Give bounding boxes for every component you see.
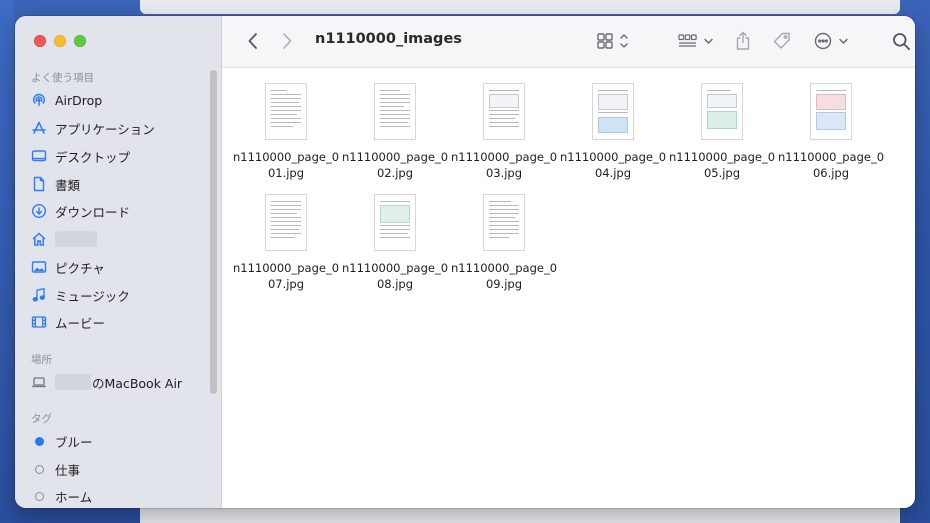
- sidebar-item-pictures[interactable]: ピクチャ: [30, 255, 210, 279]
- forward-button[interactable]: [277, 30, 297, 52]
- movies-icon: [30, 313, 48, 331]
- chevron-right-icon: [283, 33, 292, 49]
- pictures-icon: [30, 258, 48, 276]
- sidebar-item-downloads[interactable]: ダウンロード: [30, 199, 210, 223]
- file-thumbnail: [375, 84, 415, 139]
- zoom-button[interactable]: [74, 35, 86, 47]
- sidebar-section-favorites: よく使う項目: [31, 72, 94, 84]
- redacted-username: [55, 231, 97, 247]
- file-item[interactable]: n1110000_page_003.jpg: [450, 84, 558, 181]
- more-actions-button[interactable]: [813, 30, 851, 52]
- file-item[interactable]: n1110000_page_001.jpg: [232, 84, 340, 181]
- file-item[interactable]: n1110000_page_006.jpg: [777, 84, 885, 181]
- document-icon: [30, 175, 48, 193]
- download-icon: [30, 202, 48, 220]
- share-button[interactable]: [733, 30, 753, 52]
- music-icon: [30, 286, 48, 304]
- sidebar-tag-blue[interactable]: ブルー: [30, 429, 210, 453]
- desktop-icon: [30, 147, 48, 165]
- sidebar-item-airdrop[interactable]: AirDrop: [30, 88, 210, 112]
- search-button[interactable]: [891, 30, 911, 52]
- sidebar-item-home[interactable]: [30, 227, 210, 251]
- sidebar-item-label: デスクトップ: [55, 149, 131, 165]
- background-window: [140, 0, 900, 14]
- sidebar-item-label: ムービー: [55, 315, 106, 331]
- file-name: n1110000_page_008.jpg: [341, 261, 449, 291]
- minimize-button[interactable]: [54, 35, 66, 47]
- sidebar-item-movies[interactable]: ムービー: [30, 310, 210, 334]
- file-thumbnail: [702, 84, 742, 139]
- window-title: n1110000_images: [315, 31, 462, 47]
- sidebar-section-tags: タグ: [31, 413, 52, 425]
- home-icon: [30, 230, 48, 248]
- ellipsis-circle-icon: [814, 32, 848, 50]
- file-thumbnail: [811, 84, 851, 139]
- file-name: n1110000_page_003.jpg: [450, 150, 558, 180]
- file-thumbnail: [375, 195, 415, 250]
- file-thumbnail: [484, 195, 524, 250]
- sidebar-item-label: アプリケーション: [55, 121, 155, 137]
- sidebar-item-label: 仕事: [55, 462, 81, 478]
- tag-icon: [773, 32, 790, 49]
- group-grid-icon: [678, 34, 713, 47]
- sidebar-item-label: 書類: [55, 177, 81, 193]
- sidebar-item-macbook[interactable]: のMacBook Air: [30, 370, 210, 394]
- sidebar-item-desktop[interactable]: デスクトップ: [30, 144, 210, 168]
- laptop-icon: [30, 373, 48, 391]
- close-button[interactable]: [34, 35, 46, 47]
- search-icon: [892, 32, 910, 50]
- file-item[interactable]: n1110000_page_009.jpg: [450, 195, 558, 292]
- desktop-background: [0, 0, 14, 523]
- back-button[interactable]: [243, 30, 263, 52]
- sidebar-tag-work[interactable]: 仕事: [30, 457, 210, 481]
- file-thumbnail: [266, 84, 306, 139]
- tag-button[interactable]: [771, 30, 793, 52]
- file-thumbnail: [484, 84, 524, 139]
- tag-dot-icon: [30, 432, 48, 450]
- group-button[interactable]: [677, 30, 715, 52]
- window-controls: [34, 35, 86, 47]
- file-item[interactable]: n1110000_page_007.jpg: [232, 195, 340, 292]
- sidebar-section-locations: 場所: [31, 354, 52, 366]
- file-name: n1110000_page_004.jpg: [559, 150, 667, 180]
- sidebar-item-label: ミュージック: [55, 288, 130, 304]
- share-icon: [736, 31, 750, 50]
- sidebar-item-label: ピクチャ: [55, 260, 105, 276]
- file-name: n1110000_page_009.jpg: [450, 261, 558, 291]
- sidebar-item-label: ホーム: [55, 489, 93, 505]
- background-window: [140, 508, 900, 523]
- file-thumbnail: [266, 195, 306, 250]
- toolbar: n1110000_images: [222, 16, 915, 68]
- sidebar-item-music[interactable]: ミュージック: [30, 283, 210, 307]
- file-name: n1110000_page_006.jpg: [777, 150, 885, 180]
- file-item[interactable]: n1110000_page_004.jpg: [559, 84, 667, 181]
- redacted-username: [55, 374, 91, 390]
- sidebar: よく使う項目 AirDrop アプリケーション デスクトップ 書類 ダウンロード…: [15, 16, 222, 508]
- finder-window: よく使う項目 AirDrop アプリケーション デスクトップ 書類 ダウンロード…: [15, 16, 915, 508]
- airdrop-icon: [30, 91, 48, 109]
- sidebar-scrollbar[interactable]: [210, 70, 217, 394]
- chevron-left-icon: [248, 33, 257, 49]
- sidebar-item-label: ダウンロード: [55, 204, 131, 220]
- sidebar-item-applications[interactable]: アプリケーション: [30, 116, 210, 140]
- tag-dot-icon: [30, 460, 48, 478]
- file-thumbnail: [593, 84, 633, 139]
- file-name: n1110000_page_007.jpg: [232, 261, 340, 291]
- file-item[interactable]: n1110000_page_002.jpg: [341, 84, 449, 181]
- sidebar-item-documents[interactable]: 書類: [30, 172, 210, 196]
- file-item[interactable]: n1110000_page_005.jpg: [668, 84, 776, 181]
- file-name: n1110000_page_005.jpg: [668, 150, 776, 180]
- file-item[interactable]: n1110000_page_008.jpg: [341, 195, 449, 292]
- sidebar-item-label: のMacBook Air: [92, 375, 183, 391]
- file-name: n1110000_page_001.jpg: [232, 150, 340, 180]
- sidebar-tag-home[interactable]: ホーム: [30, 484, 210, 508]
- tag-dot-icon: [30, 487, 48, 505]
- sidebar-item-label: ブルー: [55, 434, 93, 450]
- sidebar-item-label: AirDrop: [55, 92, 103, 108]
- grid-view-icon: [597, 33, 628, 49]
- applications-icon: [30, 119, 48, 137]
- file-grid: n1110000_page_001.jpg n1110000_page_002.…: [222, 68, 915, 508]
- view-mode-button[interactable]: [596, 30, 632, 52]
- file-name: n1110000_page_002.jpg: [341, 150, 449, 180]
